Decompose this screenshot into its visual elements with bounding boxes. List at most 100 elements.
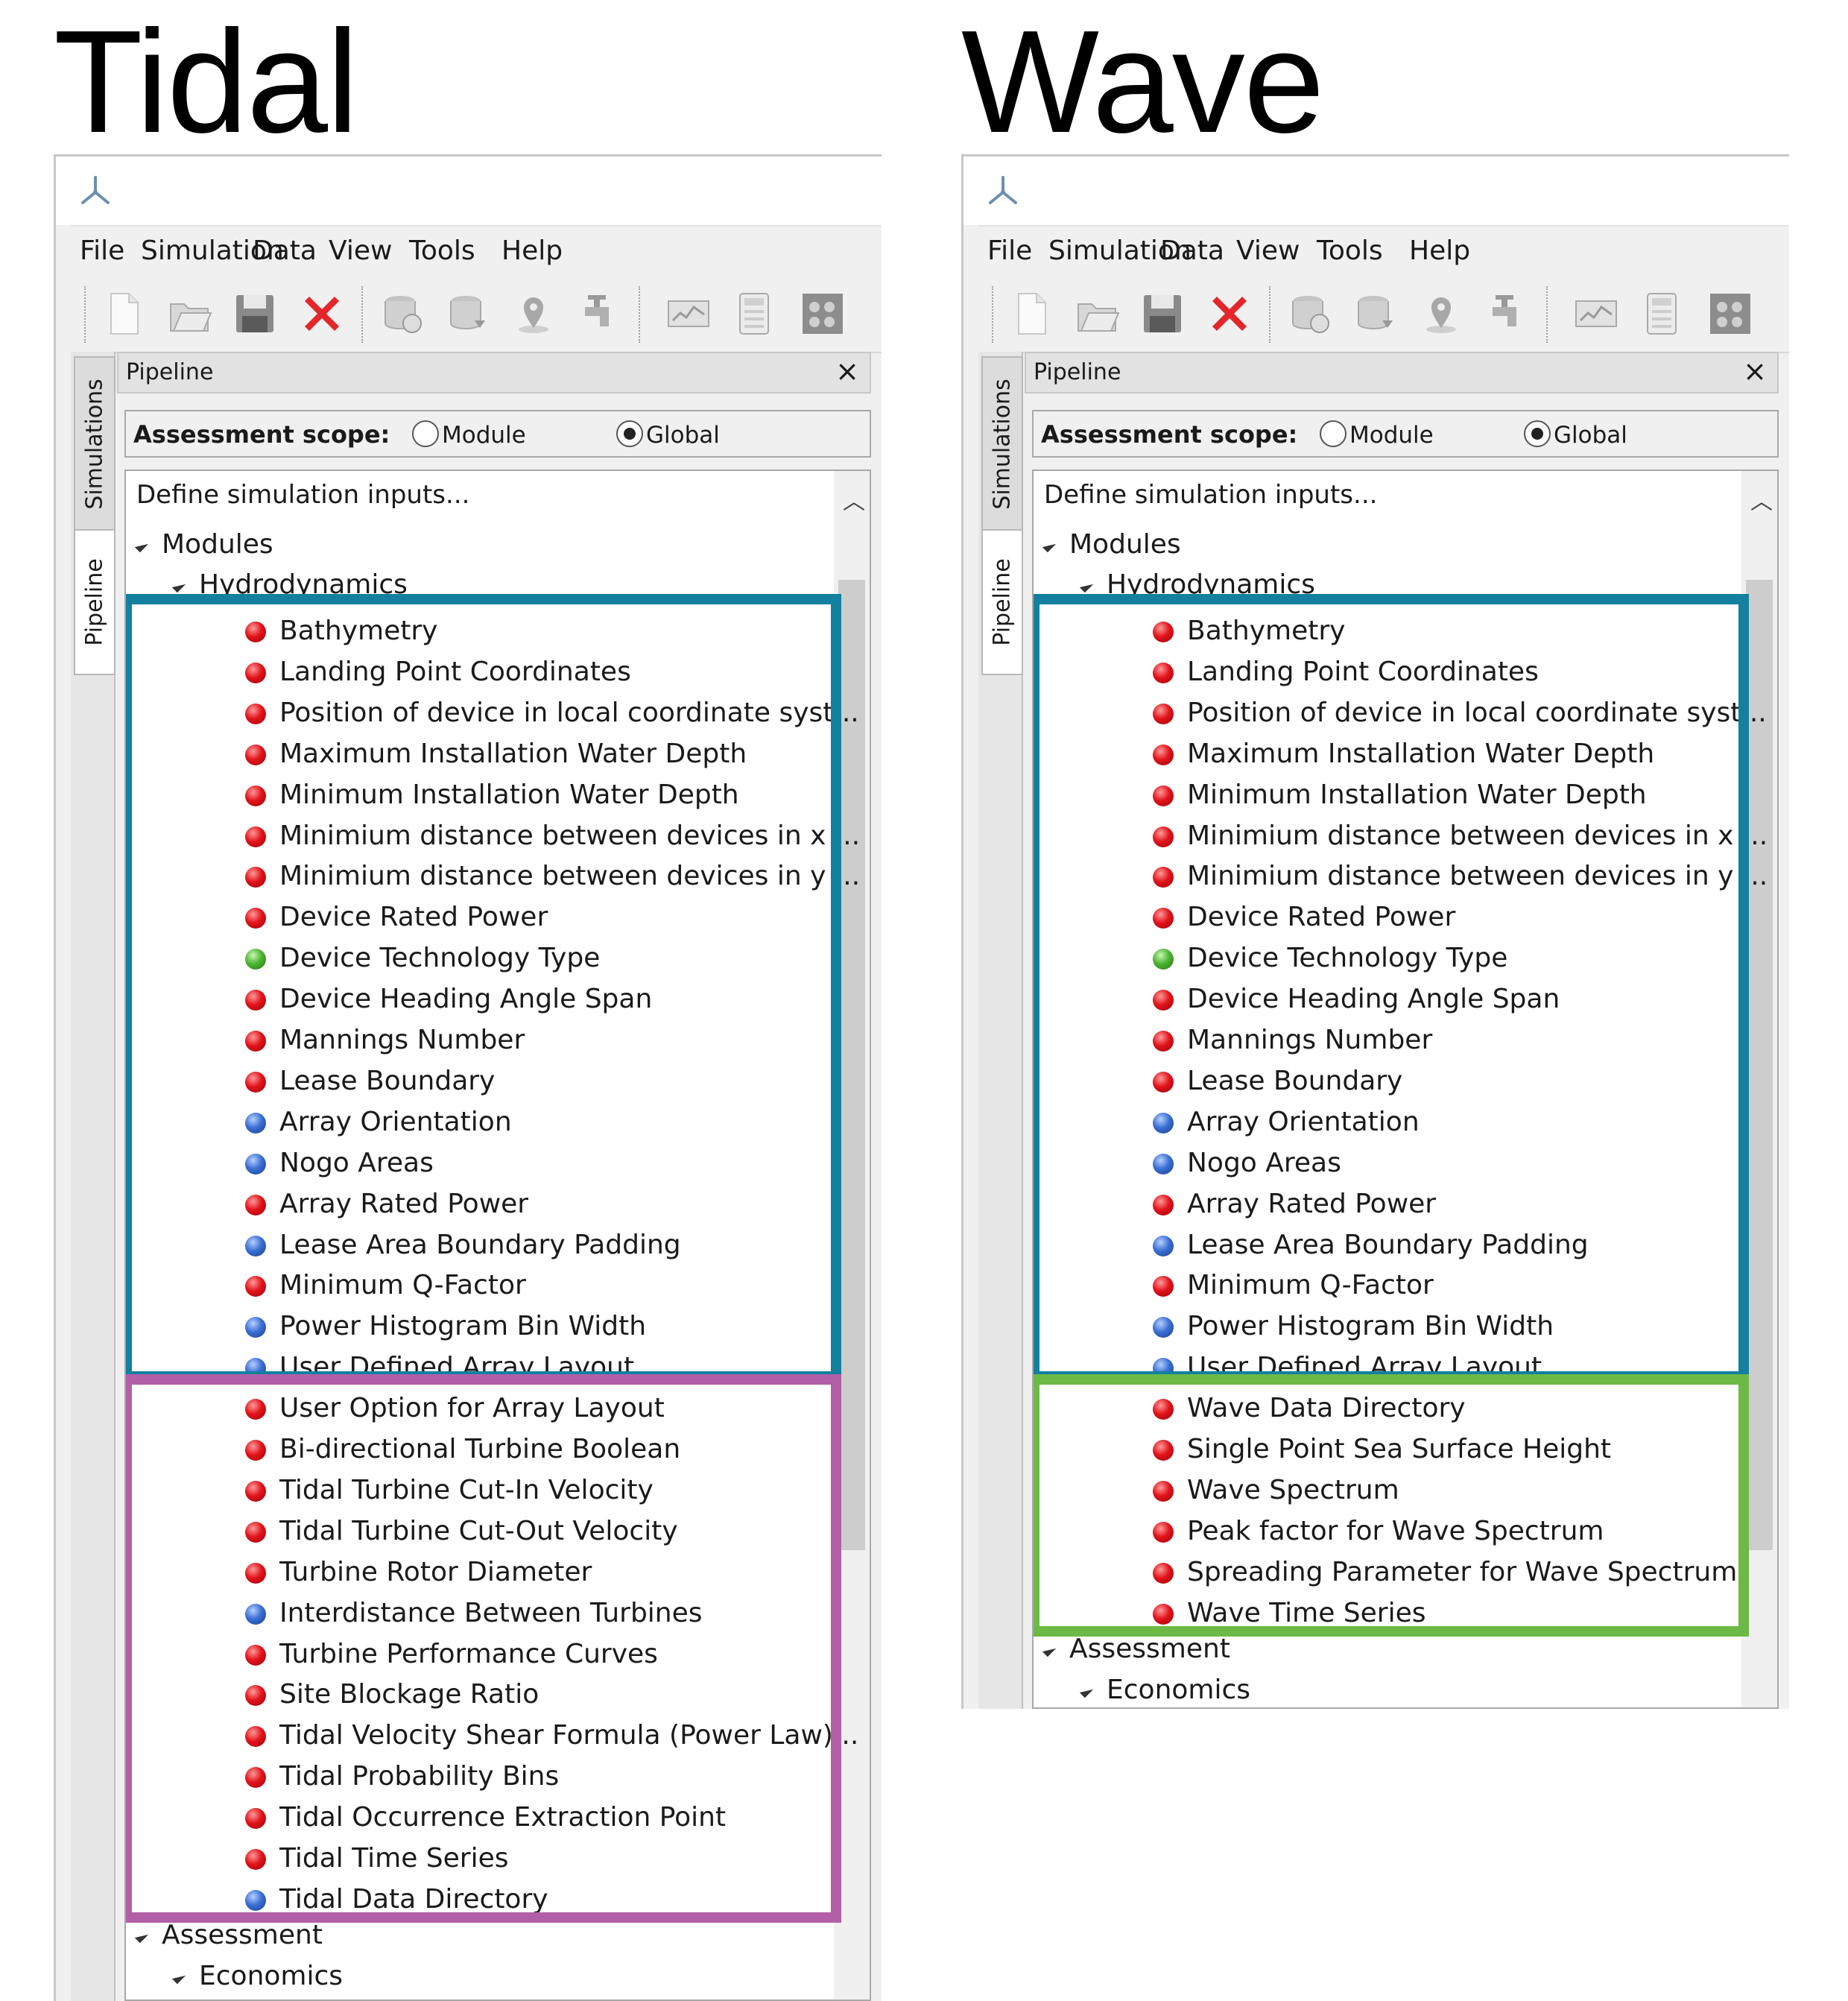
toolbar — [71, 277, 882, 353]
menu-view[interactable]: View — [329, 235, 392, 266]
map-pin-icon[interactable] — [510, 291, 557, 337]
pipeline-title-bar: Pipeline × — [117, 352, 871, 393]
plot-window-icon[interactable] — [665, 291, 712, 337]
tree-node-modules[interactable]: Modules — [134, 529, 273, 560]
tree-node-economics-label: Economics — [199, 1961, 344, 1991]
close-icon[interactable]: × — [835, 355, 859, 388]
tab-pipeline-label: Pipeline — [81, 558, 108, 646]
assessment-scope-label: Assessment scope: — [1041, 420, 1298, 449]
expand-triangle-icon[interactable] — [1042, 538, 1057, 553]
assessment-scope-group: Assessment scope: Module Global — [124, 410, 871, 458]
pipeline-panel: Pipeline × Assessment scope: Module Global De… — [117, 352, 871, 2001]
scope-radio-global[interactable] — [616, 420, 643, 447]
menu-bar: File Simulation Data View Tools Help — [978, 225, 1789, 279]
toolbar-separator — [1269, 286, 1273, 343]
pipeline-panel: Pipeline × Assessment scope: Module Global De… — [1025, 352, 1779, 1709]
toolbar — [978, 277, 1789, 353]
toolbar-separator — [1546, 286, 1551, 343]
scope-option-label-module: Module — [442, 422, 526, 449]
tree-node-assessment[interactable]: Assessment — [1042, 1634, 1230, 1664]
new-file-icon[interactable] — [1008, 291, 1054, 337]
pipeline-title: Pipeline — [1034, 359, 1121, 385]
scope-radio-global[interactable] — [1524, 420, 1551, 447]
assessment-scope-group: Assessment scope: Module Global — [1032, 410, 1779, 458]
menu-help[interactable]: Help — [1409, 235, 1470, 266]
open-folder-icon[interactable] — [166, 291, 212, 337]
tree-node-economics[interactable]: Economics — [1079, 1675, 1251, 1705]
menu-file[interactable]: File — [987, 235, 1032, 266]
tidal-app-window: File Simulation Data View Tools Help Simulatio… — [54, 154, 882, 2001]
menu-data[interactable]: Data — [253, 235, 317, 266]
toolbar-separator — [361, 286, 366, 343]
title-bar — [963, 157, 1789, 225]
scope-option-label-global: Global — [1554, 422, 1627, 449]
tab-pipeline[interactable]: Pipeline — [981, 529, 1023, 675]
pipeline-title-bar: Pipeline × — [1025, 352, 1779, 393]
close-red-icon[interactable] — [299, 291, 345, 337]
expand-triangle-icon[interactable] — [1079, 578, 1094, 593]
save-icon[interactable] — [232, 291, 278, 337]
database-help-icon[interactable] — [1287, 291, 1333, 337]
database-export-icon[interactable] — [1352, 291, 1399, 337]
scope-radio-module[interactable] — [412, 420, 439, 447]
expand-triangle-icon[interactable] — [134, 1929, 149, 1944]
calculator-icon[interactable] — [731, 291, 777, 337]
scope-option-label-module: Module — [1349, 422, 1434, 449]
scroll-up-icon[interactable]: ︿ — [843, 483, 865, 516]
tab-simulations[interactable]: Simulations — [981, 356, 1023, 532]
menu-help[interactable]: Help — [501, 235, 563, 266]
tree-node-modules[interactable]: Modules — [1042, 529, 1181, 560]
tree-node-assessment-label: Assessment — [1069, 1634, 1230, 1664]
menu-data[interactable]: Data — [1160, 235, 1224, 266]
calculator-icon[interactable] — [1639, 291, 1685, 337]
toolbar-separator — [84, 286, 89, 343]
dashboard-grid-icon[interactable] — [800, 291, 846, 337]
database-help-icon[interactable] — [379, 291, 425, 337]
save-icon[interactable] — [1139, 291, 1186, 337]
tree-node-economics-label: Economics — [1107, 1675, 1251, 1705]
menu-bar: File Simulation Data View Tools Help — [71, 225, 882, 279]
database-export-icon[interactable] — [445, 291, 491, 337]
tree-node-modules-label: Modules — [1069, 529, 1181, 560]
menu-tools[interactable]: Tools — [1317, 235, 1383, 266]
expand-triangle-icon[interactable] — [1079, 1684, 1094, 1698]
toolbar-separator — [639, 286, 643, 343]
simulation-input-tree: Define simulation inputs... ︿ Modules Hydro… — [124, 470, 871, 2001]
scope-radio-module[interactable] — [1320, 420, 1347, 447]
dashboard-grid-icon[interactable] — [1707, 291, 1753, 337]
menu-file[interactable]: File — [80, 235, 124, 266]
scope-option-label-global: Global — [646, 422, 720, 449]
tap-valve-icon[interactable] — [1485, 291, 1531, 337]
open-folder-icon[interactable] — [1074, 291, 1120, 337]
close-red-icon[interactable] — [1206, 291, 1253, 337]
tab-simulations-label: Simulations — [81, 379, 108, 510]
specific-inputs-highlight — [126, 1374, 841, 1923]
map-pin-icon[interactable] — [1418, 291, 1464, 337]
pipeline-title: Pipeline — [126, 359, 214, 385]
plot-window-icon[interactable] — [1573, 291, 1619, 337]
expand-triangle-icon[interactable] — [171, 1970, 186, 1985]
tab-simulations[interactable]: Simulations — [74, 356, 116, 532]
tree-node-assessment-label: Assessment — [162, 1920, 323, 1950]
tab-pipeline[interactable]: Pipeline — [74, 529, 116, 675]
scroll-up-icon[interactable]: ︿ — [1750, 483, 1773, 516]
menu-view[interactable]: View — [1236, 235, 1300, 266]
side-tab-strip: Simulations Pipeline — [71, 352, 116, 2001]
menu-tools[interactable]: Tools — [409, 235, 475, 266]
tidal-heading: Tidal — [54, 0, 359, 163]
expand-triangle-icon[interactable] — [134, 538, 149, 553]
close-icon[interactable]: × — [1743, 355, 1767, 388]
toolbar-separator — [992, 286, 996, 343]
common-inputs-highlight — [126, 594, 841, 1382]
wave-app-window: File Simulation Data View Tools Help Simulatio… — [961, 154, 1789, 1709]
app-logo-icon — [78, 174, 113, 209]
new-file-icon[interactable] — [101, 291, 147, 337]
expand-triangle-icon[interactable] — [171, 578, 186, 593]
side-tab-strip: Simulations Pipeline — [978, 352, 1023, 1709]
specific-inputs-highlight — [1034, 1374, 1749, 1637]
tap-valve-icon[interactable] — [578, 291, 624, 337]
tab-pipeline-label: Pipeline — [989, 558, 1016, 646]
tree-node-economics[interactable]: Economics — [171, 1961, 344, 1991]
expand-triangle-icon[interactable] — [1042, 1643, 1057, 1657]
tree-node-assessment[interactable]: Assessment — [134, 1920, 323, 1950]
